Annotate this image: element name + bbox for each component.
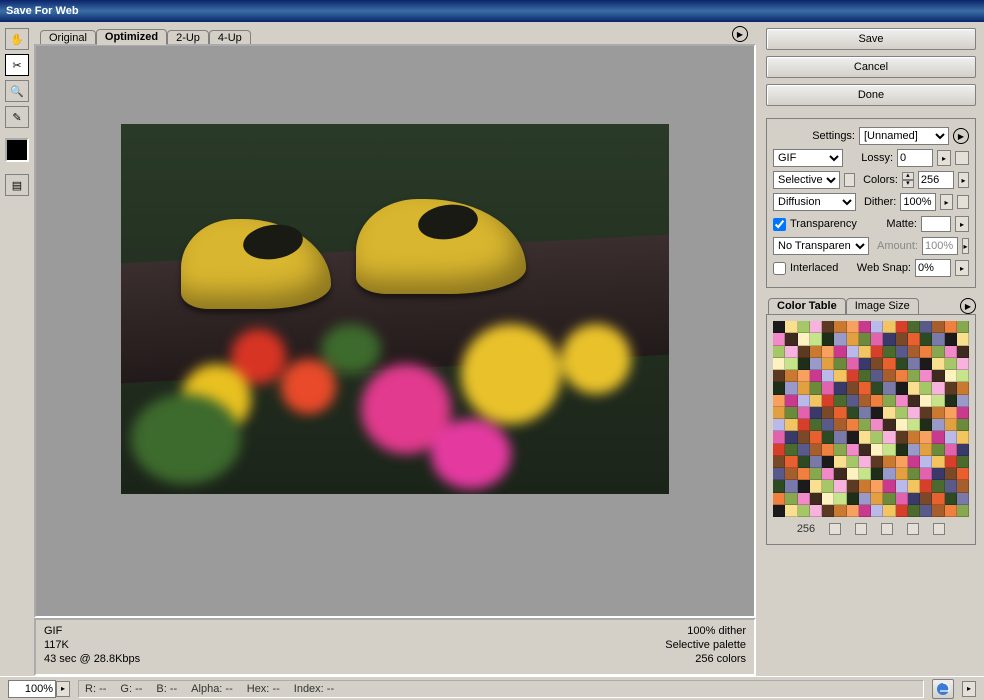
lossy-label: Lossy: [861, 152, 893, 164]
preview-info-bar: GIF 117K 43 sec @ 28.8Kbps 100% dither S… [34, 618, 756, 676]
matte-swatch[interactable] [921, 216, 951, 232]
tab-2up[interactable]: 2-Up [167, 30, 209, 45]
settings-preset-select[interactable]: [Unnamed] [859, 127, 949, 145]
zoom-input[interactable] [8, 680, 56, 698]
preview-menu-button[interactable] [732, 26, 748, 42]
settings-menu-button[interactable] [953, 128, 969, 144]
reduction-select[interactable]: Selective [773, 171, 840, 189]
info-size: 117K [44, 638, 140, 652]
lossy-input[interactable] [897, 149, 933, 167]
settings-label: Settings: [812, 130, 855, 142]
map-transparent-icon[interactable] [881, 523, 893, 535]
window-title: Save For Web [6, 5, 79, 17]
trans-dither-select[interactable]: No Transparen… [773, 237, 869, 255]
tool-strip: ✋ ✂ 🔍 ✎ ▤ [0, 22, 34, 676]
preview-image [121, 124, 669, 494]
tab-optimized[interactable]: Optimized [96, 29, 167, 45]
zoom-menu-button[interactable] [56, 681, 70, 697]
dither-method-select[interactable]: Diffusion [773, 193, 856, 211]
matte-menu-button[interactable] [955, 216, 969, 232]
footer-bar: R: -- G: -- B: -- Alpha: -- Hex: -- Inde… [0, 676, 984, 700]
settings-panel: Settings: [Unnamed] GIF Lossy: Selective… [766, 118, 976, 288]
snap-to-web-icon[interactable] [829, 523, 841, 535]
tab-4up[interactable]: 4-Up [209, 30, 251, 45]
info-format: GIF [44, 624, 140, 638]
websnap-input[interactable] [915, 259, 951, 277]
done-button[interactable]: Done [766, 84, 976, 106]
preview-tabs: Original Optimized 2-Up 4-Up [34, 26, 756, 44]
dither-input[interactable] [900, 193, 936, 211]
eyedropper-tool[interactable]: ✎ [5, 106, 29, 128]
save-button[interactable]: Save [766, 28, 976, 50]
format-select[interactable]: GIF [773, 149, 843, 167]
amount-slider-button [962, 238, 969, 254]
interlaced-checkbox[interactable] [773, 262, 786, 275]
zoom-tool[interactable]: 🔍 [5, 80, 29, 102]
slice-visibility-toggle[interactable]: ▤ [5, 174, 29, 196]
info-colors: 256 colors [665, 652, 746, 666]
title-bar: Save For Web [0, 0, 984, 22]
color-table-section: Color Table Image Size 256 [766, 294, 976, 545]
dither-label: Dither: [864, 196, 896, 208]
colors-label: Colors: [863, 174, 898, 186]
amount-input [922, 237, 958, 255]
color-table-grid[interactable] [773, 321, 969, 517]
imagesize-tab[interactable]: Image Size [846, 298, 919, 314]
colors-menu-button[interactable] [958, 172, 969, 188]
lossy-link-icon[interactable] [955, 151, 969, 165]
browser-preview-button[interactable] [932, 679, 954, 699]
foreground-color-well[interactable] [5, 138, 29, 162]
hand-tool[interactable]: ✋ [5, 28, 29, 50]
transparency-label: Transparency [790, 218, 857, 230]
dither-slider-button[interactable] [940, 194, 952, 210]
preview-area[interactable] [34, 44, 756, 618]
websnap-label: Web Snap: [857, 262, 911, 274]
colors-input[interactable] [918, 171, 954, 189]
delete-color-icon[interactable] [933, 523, 945, 535]
lock-color-icon[interactable] [855, 523, 867, 535]
colors-spinner[interactable]: ▴▾ [902, 172, 914, 188]
info-palette: Selective palette [665, 638, 746, 652]
slice-select-tool[interactable]: ✂ [5, 54, 29, 76]
amount-label: Amount: [877, 240, 918, 252]
cancel-button[interactable]: Cancel [766, 56, 976, 78]
transparency-checkbox[interactable] [773, 218, 786, 231]
info-time: 43 sec @ 28.8Kbps [44, 652, 140, 666]
browser-menu-button[interactable] [962, 681, 976, 697]
color-readout: R: -- G: -- B: -- Alpha: -- Hex: -- Inde… [78, 680, 924, 698]
colortable-count: 256 [797, 523, 815, 535]
colortable-menu-button[interactable] [960, 298, 976, 314]
lossy-slider-button[interactable] [937, 150, 951, 166]
tab-original[interactable]: Original [40, 30, 96, 45]
colortable-tab[interactable]: Color Table [768, 298, 846, 314]
interlaced-label: Interlaced [790, 262, 838, 274]
new-color-icon[interactable] [907, 523, 919, 535]
matte-label: Matte: [886, 218, 917, 230]
dither-link-icon[interactable] [957, 195, 969, 209]
websnap-slider-button[interactable] [955, 260, 969, 276]
info-dither: 100% dither [665, 624, 746, 638]
reduction-link-icon[interactable] [844, 173, 855, 187]
